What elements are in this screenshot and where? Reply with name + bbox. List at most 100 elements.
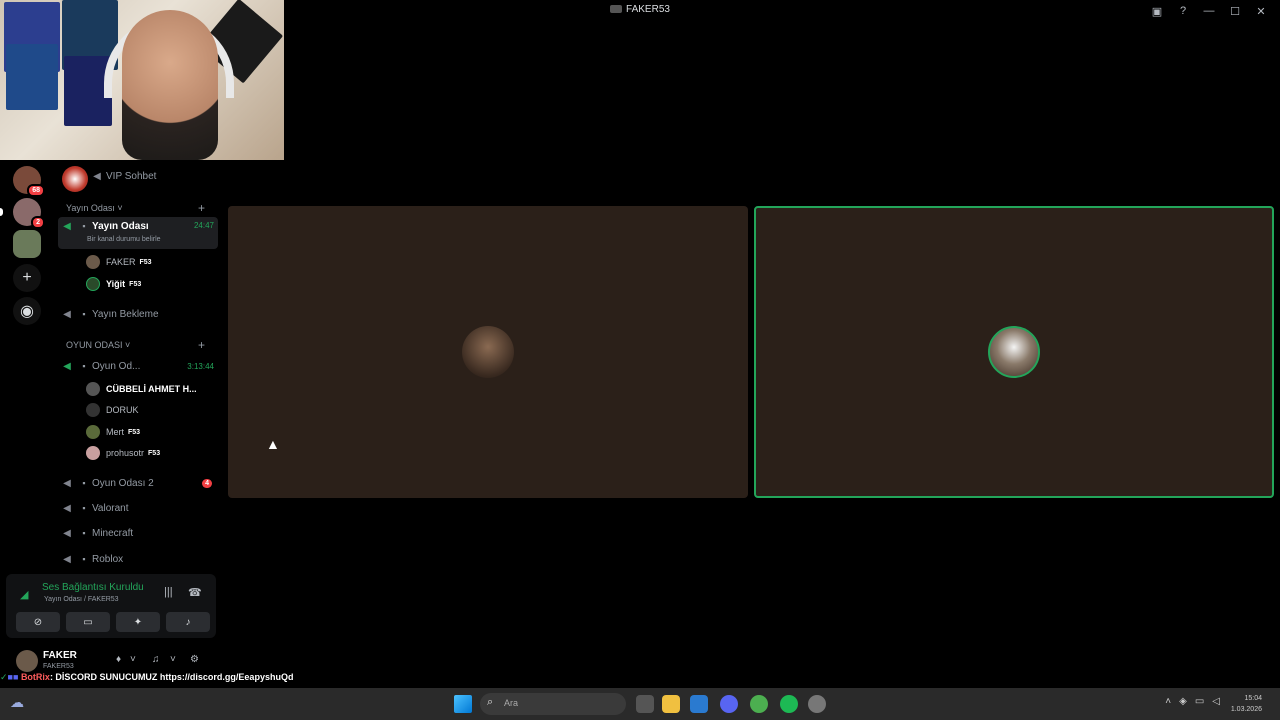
server-logo (62, 166, 88, 192)
voice-tile-speaking[interactable] (754, 206, 1274, 498)
spotify-icon[interactable] (780, 695, 798, 713)
channel-timer: 3:13:44 (187, 361, 214, 371)
channel-valorant[interactable]: ◀ ▪ Valorant (58, 498, 218, 518)
channel-label: Valorant (92, 502, 129, 514)
gamepad-icon: ▪ (82, 361, 86, 371)
user-name: DORUK (106, 405, 139, 415)
weather-icon[interactable]: ☁ (10, 694, 24, 711)
store-icon[interactable] (690, 695, 708, 713)
user-panel: FAKER FAKER53 ♦ ˅ ♫ ˅ ⚙ (6, 646, 216, 672)
clock-time: 15:04 (1244, 695, 1262, 702)
chrome-icon[interactable] (750, 695, 768, 713)
system-tray: ˄ ◈ ▭ ◁ (1165, 696, 1220, 707)
minimize-icon[interactable]: — (1196, 3, 1222, 19)
poster (6, 44, 58, 110)
channel-status[interactable]: Bir kanal durumu belirle (87, 236, 161, 243)
user-name: Mert (106, 427, 124, 437)
speaker-icon: ◀ (63, 502, 71, 514)
server-avatar[interactable]: 2 (13, 198, 45, 229)
category-label: Yayın Odası (66, 203, 115, 213)
settings-gear-icon[interactable]: ⚙ (190, 654, 199, 665)
help-icon[interactable]: ? (1170, 3, 1196, 19)
channel-emoji-icon: ▪ (82, 221, 86, 231)
badge-icon: ✓ (0, 672, 8, 682)
add-channel-icon[interactable]: + (198, 338, 205, 352)
participant-avatar (988, 326, 1040, 378)
avatar (86, 382, 100, 396)
channel-minecraft[interactable]: ◀ ▪ Minecraft (58, 523, 218, 543)
voice-tile[interactable] (228, 206, 748, 498)
channel-label: Minecraft (92, 527, 134, 539)
speaker-icon: ◀ (63, 477, 71, 489)
taskbar: ☁ ⌕ Ara ˄ ◈ ▭ ◁ 15:04 1.03.2026 (0, 688, 1280, 720)
badge-icon: ■■ (7, 672, 19, 682)
voice-location[interactable]: Yayın Odası / FAKER53 (44, 596, 119, 603)
activities-button[interactable]: ✦ (116, 612, 160, 632)
server-avatar[interactable]: 68 (13, 166, 45, 197)
chat-sender: BotRix (20, 672, 50, 682)
noise-suppression-icon[interactable]: ||| (164, 586, 173, 598)
invader-icon: ▪ (82, 554, 86, 564)
chevron-down-icon[interactable]: ˅ (130, 654, 136, 665)
channel-timer: 24:47 (193, 221, 214, 230)
user-subtitle: FAKER53 (43, 663, 74, 670)
search-box[interactable]: ⌕ Ara (480, 693, 626, 715)
avatar (86, 277, 100, 291)
microphone-icon[interactable]: ♦ (116, 654, 121, 665)
avatar (86, 446, 100, 460)
soundboard-button[interactable]: ♪ (166, 612, 210, 632)
add-server-icon[interactable]: + (13, 264, 41, 292)
obs-icon[interactable] (808, 695, 826, 713)
discord-icon[interactable] (720, 695, 738, 713)
inbox-icon[interactable]: ▣ (1144, 3, 1170, 19)
battery-icon[interactable]: ▭ (1195, 696, 1204, 707)
task-view-icon[interactable] (636, 695, 654, 713)
file-explorer-icon[interactable] (662, 695, 680, 713)
avatar (86, 255, 100, 269)
chevron-up-icon[interactable]: ˄ (1165, 696, 1171, 707)
disconnect-icon[interactable]: ☎ (188, 586, 202, 599)
server-icon (610, 5, 623, 13)
close-icon[interactable]: ✕ (1248, 3, 1274, 19)
add-channel-icon[interactable]: + (198, 201, 205, 215)
signal-icon[interactable]: ◢ (20, 588, 28, 601)
server-avatar[interactable] (13, 230, 41, 258)
camera-off-button[interactable]: ⊘ (16, 612, 60, 632)
channel-roblox[interactable]: ◀ ▪ Roblox (58, 549, 218, 569)
voice-user[interactable]: CÜBBELİ AHMET H... (86, 380, 216, 398)
unread-pill (0, 208, 3, 216)
discover-icon[interactable]: ◉ (13, 297, 41, 325)
voice-user[interactable]: FAKER F53 (86, 253, 216, 271)
wifi-icon[interactable]: ◈ (1179, 696, 1187, 707)
category-yayin[interactable]: Yayın Odası ˅ + (66, 201, 205, 215)
voice-user[interactable]: Mert F53 (86, 423, 216, 441)
user-tag: F53 (139, 258, 152, 266)
start-button[interactable] (454, 695, 472, 713)
search-icon: ⌕ (487, 696, 494, 708)
avatar[interactable] (16, 650, 38, 672)
screen-share-button[interactable]: ▭ (66, 612, 110, 632)
voice-user[interactable]: Yiğit F53 (86, 275, 216, 293)
volume-icon[interactable]: ◁ (1212, 696, 1220, 707)
channel-oyun-odasi-2[interactable]: ◀ ▪ Oyun Odası 2 4 (58, 473, 218, 493)
channel-yayin-odasi[interactable]: ◀ ▪ Yayın Odası 24:47 Bir kanal durumu b… (58, 217, 218, 249)
speaker-icon: ◀ (93, 170, 101, 182)
voice-user[interactable]: DORUK (86, 401, 216, 419)
participant-avatar (462, 326, 514, 378)
voice-user[interactable]: prohusotr F53 (86, 444, 216, 462)
mention-badge: 2 (31, 216, 45, 229)
user-tag: F53 (129, 280, 142, 288)
channel-label: Roblox (92, 553, 124, 565)
mouse-cursor-icon: ▲ (266, 436, 280, 452)
channel-vip[interactable]: ◀ VIP Sohbet (88, 166, 214, 186)
category-oyun[interactable]: OYUN ODASI ˅ + (66, 338, 205, 352)
gamepad-icon: ▪ (82, 478, 86, 488)
maximize-icon[interactable]: ☐ (1222, 3, 1248, 19)
avatar (86, 425, 100, 439)
channel-oyun-odasi[interactable]: ◀ ▪ Oyun Od... 3:13:44 (58, 356, 218, 376)
clock[interactable]: 15:04 1.03.2026 (1231, 693, 1262, 715)
user-tag: F53 (148, 449, 161, 457)
chevron-down-icon[interactable]: ˅ (170, 654, 176, 665)
headphones-icon[interactable]: ♫ (152, 654, 160, 665)
channel-yayin-bekleme[interactable]: ◀ ▪ Yayın Bekleme (58, 304, 218, 324)
